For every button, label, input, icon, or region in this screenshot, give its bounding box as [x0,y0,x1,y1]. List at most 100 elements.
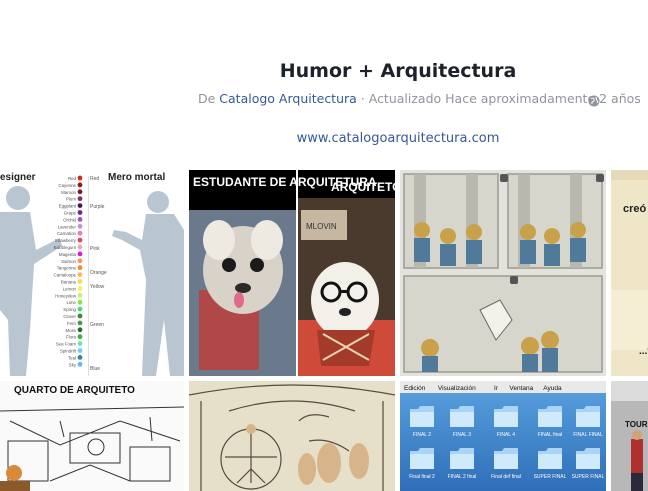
photo-creo[interactable]: creó ...f [611,170,648,376]
folder-icon[interactable]: FINAL 2 final [448,448,477,480]
color-group: Blue [90,366,100,372]
creo-caption: creó [623,203,647,215]
photo-comic-strip[interactable] [400,170,606,376]
color-swatch [77,182,83,188]
color-swatch [77,251,83,257]
folder-label: FINAL FINAL [573,432,603,438]
color-name: Red [68,176,77,181]
color-name: Cantaloupe [54,273,77,278]
color-swatch [77,327,83,333]
color-swatch [77,292,83,298]
color-name: Eggplant [59,204,77,209]
folder-icon[interactable]: FINAL final [538,406,563,438]
color-name: Teal [68,355,76,360]
color-swatch [77,320,83,326]
color-swatch [77,175,83,181]
color-swatch [77,237,83,243]
color-name: Plum [66,197,76,202]
color-swatch [77,299,83,305]
color-swatch [77,334,83,340]
color-group: Green [90,322,104,328]
color-swatch [77,265,83,271]
folder-label: FINAL 2 final [448,474,477,480]
color-name: Carnation [57,231,77,236]
folder-label: Final final 2 [409,474,435,480]
color-name: Lemon [63,286,77,291]
color-group: Orange [90,270,107,276]
color-swatch [77,272,83,277]
color-swatch [77,348,83,353]
color-swatch [77,341,83,346]
color-name: Salmon [61,259,76,264]
color-name: Clover [63,314,76,319]
color-name: Maroon [61,190,76,195]
color-swatch [77,306,83,312]
color-swatch [77,244,83,250]
photo-tourist[interactable]: TOURIST [611,381,648,491]
folder-label: FINAL 2 [413,432,431,438]
color-swatch [77,361,83,367]
color-name: Orchid [63,217,76,222]
photo-designer-vs-mero-mortal[interactable]: Red Cayenne Maroon Plum Eggplant Grape Orchid L… [0,170,184,376]
color-name: Tangerine [57,266,77,271]
color-name: Banana [61,280,77,285]
menu-item[interactable]: Ventana [509,385,533,392]
folder-icon[interactable]: FINAL 3 [450,406,474,438]
color-swatch [77,217,83,222]
color-name: Sky [69,362,77,367]
color-swatch [77,286,83,291]
color-swatch [77,203,83,208]
folder-icon[interactable]: Final final 2 [409,448,435,480]
color-group: Red [90,176,99,182]
photo-estudante-arquiteto[interactable]: MLOVIN ESTUDANTE DE ARQUITETURA ARQUITET… [189,170,395,376]
folder-label: FINAL 3 [453,432,471,438]
color-swatch [77,223,83,229]
folder-icon[interactable]: SUPER FINAL [534,448,567,480]
color-name: Strawberry [55,238,77,243]
creo-footer: ...f [639,346,648,357]
color-name: Spring [63,307,76,312]
folder-icon[interactable]: SUPER FINAL [572,448,605,480]
color-name: Spindrift [60,349,77,354]
photo-quarto-de-arquiteto[interactable]: QUARTO DE ARQUITETO [0,381,184,491]
color-swatch [77,355,83,360]
menu-item[interactable]: Ayuda [543,385,562,392]
folder-label: SUPER FINAL [572,474,605,480]
right-caption: ARQUITETO [331,180,395,194]
folder-label: SUPER FINAL [534,474,567,480]
color-group: Purple [90,204,105,210]
color-name: Magenta [59,252,77,257]
mero-mortal-label: Mero mortal [108,172,165,183]
quarto-caption: QUARTO DE ARQUITETO [14,385,135,396]
menu-item[interactable]: Visualización [438,385,476,392]
folder-icon[interactable]: Final def final [491,448,521,480]
photo-vitruvian-sketch[interactable] [189,381,395,491]
folder-icon[interactable]: FINAL 2 [410,406,434,438]
color-name: Bubblegum [54,245,77,250]
color-swatch [77,230,83,236]
folder-icon[interactable]: FINAL FINAL [573,406,603,438]
color-swatch [77,189,83,195]
color-swatch [77,279,83,284]
folder-label: FINAL 4 [497,432,515,438]
color-name: Cayenne [58,183,76,188]
color-swatch [77,196,83,202]
photo-grid: Red Cayenne Maroon Plum Eggplant Grape Orchid L… [0,0,648,491]
color-name: Honeydew [55,293,77,298]
designer-label: esigner [0,172,36,183]
folder-label: Final def final [491,474,521,480]
color-group: Yellow [90,284,105,290]
folder-label: FINAL final [538,432,563,438]
folder-icon[interactable]: FINAL 4 [494,406,518,438]
color-swatch [77,313,83,319]
color-name: Lime [66,300,76,305]
photo-final-folders[interactable]: Edición Visualización Ir Ventana Ayuda FINAL… [400,381,606,491]
color-name: Flora [66,335,77,340]
color-name: Sea Foam [56,342,77,347]
menu-item[interactable]: Edición [404,385,426,392]
color-swatch [77,258,83,264]
tourist-caption: TOURIST [625,420,648,429]
color-group: Pink [90,246,100,252]
color-name: Lavender [58,224,77,229]
color-swatch [77,210,83,215]
